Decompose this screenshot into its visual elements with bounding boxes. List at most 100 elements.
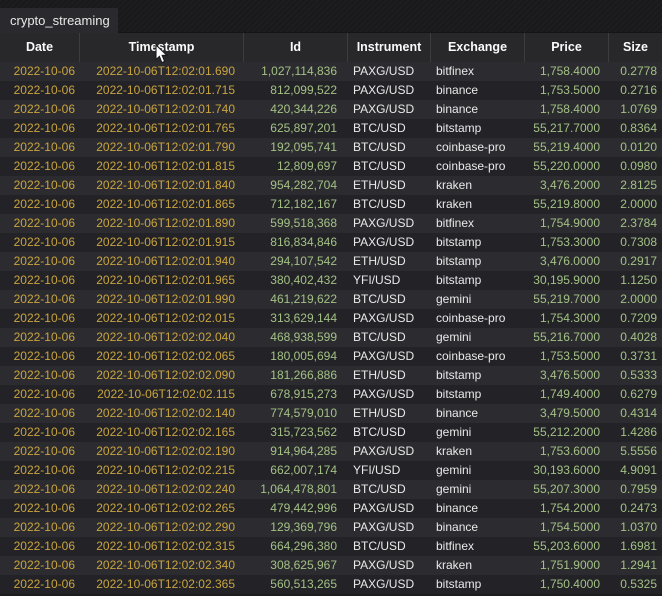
- table-row[interactable]: 2022-10-062022-10-06T12:02:01.765625,897…: [0, 119, 662, 138]
- table-row[interactable]: 2022-10-062022-10-06T12:02:01.81512,809,…: [0, 157, 662, 176]
- cell-exchange: binance: [430, 499, 524, 518]
- cell-timestamp: 2022-10-06T12:02:02.190: [79, 442, 243, 461]
- cell-date: 2022-10-06: [0, 385, 79, 404]
- cell-exchange: bitstamp: [430, 271, 524, 290]
- cell-size: 0.2778: [608, 62, 662, 81]
- cell-size: 0.0120: [608, 138, 662, 157]
- table-row[interactable]: 2022-10-062022-10-06T12:02:02.090181,266…: [0, 366, 662, 385]
- column-header-instrument[interactable]: Instrument: [347, 33, 430, 62]
- cell-timestamp: 2022-10-06T12:02:02.115: [79, 385, 243, 404]
- cell-id: 816,834,846: [243, 233, 347, 252]
- cell-id: 468,938,599: [243, 328, 347, 347]
- tab-crypto-streaming[interactable]: crypto_streaming: [0, 8, 118, 33]
- cell-price: 1,753.5000: [524, 347, 608, 366]
- cell-exchange: gemini: [430, 423, 524, 442]
- table-row[interactable]: 2022-10-062022-10-06T12:02:02.115678,915…: [0, 385, 662, 404]
- table-row[interactable]: 2022-10-062022-10-06T12:02:02.065180,005…: [0, 347, 662, 366]
- column-header-id[interactable]: Id: [243, 33, 347, 62]
- cell-size: 0.3731: [608, 347, 662, 366]
- cell-price: 1,749.4000: [524, 385, 608, 404]
- cell-exchange: bitstamp: [430, 575, 524, 594]
- cell-date: 2022-10-06: [0, 461, 79, 480]
- cell-exchange: bitstamp: [430, 119, 524, 138]
- cell-date: 2022-10-06: [0, 100, 79, 119]
- cell-timestamp: 2022-10-06T12:02:01.790: [79, 138, 243, 157]
- cell-timestamp: 2022-10-06T12:02:02.140: [79, 404, 243, 423]
- table-row[interactable]: 2022-10-062022-10-06T12:02:02.340308,625…: [0, 556, 662, 575]
- table-row[interactable]: 2022-10-062022-10-06T12:02:01.865712,182…: [0, 195, 662, 214]
- cell-exchange: bitfinex: [430, 537, 524, 556]
- table-row[interactable]: 2022-10-062022-10-06T12:02:02.140774,579…: [0, 404, 662, 423]
- table-row[interactable]: 2022-10-062022-10-06T12:02:01.990461,219…: [0, 290, 662, 309]
- column-header-size[interactable]: Size: [608, 33, 662, 62]
- table-row[interactable]: 2022-10-062022-10-06T12:02:02.040468,938…: [0, 328, 662, 347]
- cell-timestamp: 2022-10-06T12:02:01.865: [79, 195, 243, 214]
- column-header-date[interactable]: Date: [0, 33, 79, 62]
- cell-price: 1,754.2000: [524, 499, 608, 518]
- table-row[interactable]: 2022-10-062022-10-06T12:02:01.840954,282…: [0, 176, 662, 195]
- table-header: Date Timestamp Id Instrument Exchange Pr…: [0, 33, 662, 62]
- cell-size: 0.2917: [608, 252, 662, 271]
- cell-timestamp: 2022-10-06T12:02:02.165: [79, 423, 243, 442]
- cell-exchange: bitstamp: [430, 233, 524, 252]
- table-row[interactable]: 2022-10-062022-10-06T12:02:02.015313,629…: [0, 309, 662, 328]
- table-row[interactable]: 2022-10-062022-10-06T12:02:01.915816,834…: [0, 233, 662, 252]
- cell-date: 2022-10-06: [0, 556, 79, 575]
- table-row[interactable]: 2022-10-062022-10-06T12:02:02.215662,007…: [0, 461, 662, 480]
- cell-id: 1,027,114,836: [243, 62, 347, 81]
- cell-exchange: coinbase-pro: [430, 347, 524, 366]
- cell-date: 2022-10-06: [0, 328, 79, 347]
- table-row[interactable]: 2022-10-062022-10-06T12:02:02.265479,442…: [0, 499, 662, 518]
- cell-timestamp: 2022-10-06T12:02:01.740: [79, 100, 243, 119]
- table-row[interactable]: 2022-10-062022-10-06T12:02:01.890599,518…: [0, 214, 662, 233]
- cell-exchange: kraken: [430, 556, 524, 575]
- table-row[interactable]: 2022-10-062022-10-06T12:02:02.165315,723…: [0, 423, 662, 442]
- table-row[interactable]: 2022-10-062022-10-06T12:02:02.315664,296…: [0, 537, 662, 556]
- cell-exchange: bitfinex: [430, 62, 524, 81]
- table-row[interactable]: 2022-10-062022-10-06T12:02:02.190914,964…: [0, 442, 662, 461]
- cell-exchange: kraken: [430, 442, 524, 461]
- cell-size: 0.5325: [608, 575, 662, 594]
- cell-price: 1,758.4000: [524, 100, 608, 119]
- cell-price: 3,479.5000: [524, 404, 608, 423]
- column-header-exchange[interactable]: Exchange: [430, 33, 524, 62]
- cell-instrument: PAXG/USD: [347, 81, 430, 100]
- cell-instrument: BTC/USD: [347, 480, 430, 499]
- cell-id: 420,344,226: [243, 100, 347, 119]
- column-header-timestamp[interactable]: Timestamp: [79, 33, 243, 62]
- cell-size: 1.4286: [608, 423, 662, 442]
- cell-date: 2022-10-06: [0, 195, 79, 214]
- cell-timestamp: 2022-10-06T12:02:02.240: [79, 480, 243, 499]
- cell-date: 2022-10-06: [0, 518, 79, 537]
- cell-instrument: YFI/USD: [347, 461, 430, 480]
- cell-price: 55,216.7000: [524, 328, 608, 347]
- cell-instrument: PAXG/USD: [347, 62, 430, 81]
- cell-instrument: PAXG/USD: [347, 347, 430, 366]
- cell-instrument: ETH/USD: [347, 176, 430, 195]
- app-window: { "tab": { "label": "crypto_streaming" }…: [0, 0, 662, 596]
- cell-exchange: gemini: [430, 328, 524, 347]
- cell-id: 294,107,542: [243, 252, 347, 271]
- cell-instrument: PAXG/USD: [347, 309, 430, 328]
- table-row[interactable]: 2022-10-062022-10-06T12:02:01.965380,402…: [0, 271, 662, 290]
- cell-price: 1,750.4000: [524, 575, 608, 594]
- table-row[interactable]: 2022-10-062022-10-06T12:02:02.290129,369…: [0, 518, 662, 537]
- cell-price: 55,219.4000: [524, 138, 608, 157]
- cell-price: 1,753.3000: [524, 233, 608, 252]
- table-row[interactable]: 2022-10-062022-10-06T12:02:02.365560,513…: [0, 575, 662, 594]
- table-row[interactable]: 2022-10-062022-10-06T12:02:01.6901,027,1…: [0, 62, 662, 81]
- table-row[interactable]: 2022-10-062022-10-06T12:02:02.2401,064,4…: [0, 480, 662, 499]
- cell-id: 313,629,144: [243, 309, 347, 328]
- cell-timestamp: 2022-10-06T12:02:01.815: [79, 157, 243, 176]
- cell-instrument: PAXG/USD: [347, 442, 430, 461]
- cell-price: 30,195.9000: [524, 271, 608, 290]
- cell-id: 560,513,265: [243, 575, 347, 594]
- cell-price: 1,754.9000: [524, 214, 608, 233]
- table-row[interactable]: 2022-10-062022-10-06T12:02:01.940294,107…: [0, 252, 662, 271]
- table-row[interactable]: 2022-10-062022-10-06T12:02:01.740420,344…: [0, 100, 662, 119]
- table-row[interactable]: 2022-10-062022-10-06T12:02:01.790192,095…: [0, 138, 662, 157]
- table-row[interactable]: 2022-10-062022-10-06T12:02:01.715812,099…: [0, 81, 662, 100]
- cell-size: 0.4314: [608, 404, 662, 423]
- cell-date: 2022-10-06: [0, 271, 79, 290]
- column-header-price[interactable]: Price: [524, 33, 608, 62]
